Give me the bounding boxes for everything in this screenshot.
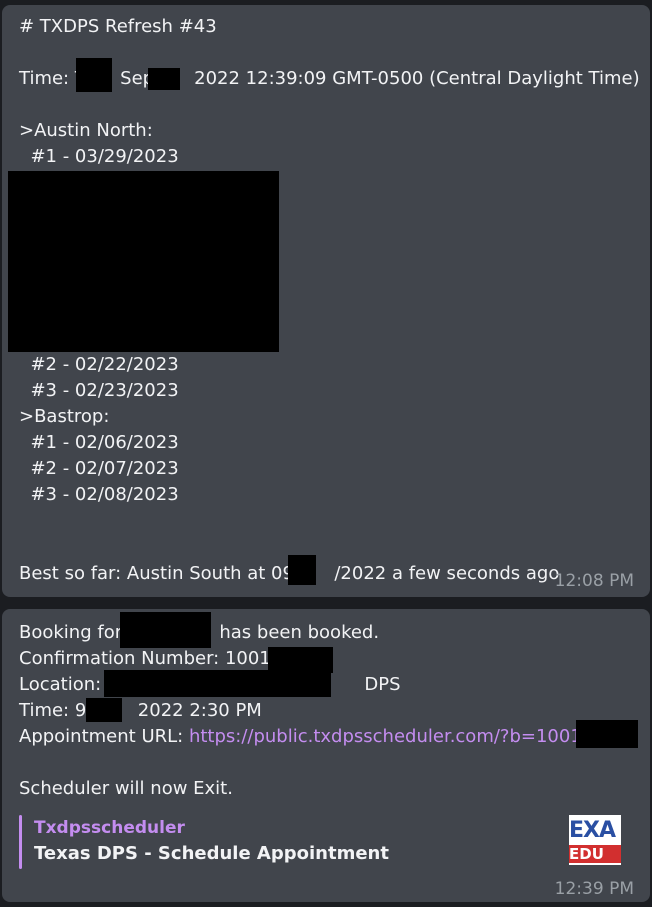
redaction-box <box>288 555 316 585</box>
thumbnail-text-bottom: EDU <box>569 845 621 863</box>
redaction-box <box>104 670 331 697</box>
thumbnail-text-top: EXA <box>569 818 616 843</box>
message-timestamp: 12:08 PM <box>554 571 634 591</box>
date-entry: #2 - 02/07/2023 <box>19 458 179 479</box>
appointment-time-line: Time: 9 2022 2:30 PM <box>19 700 262 721</box>
redaction-box <box>148 68 180 90</box>
location-austin-north: >Austin North: <box>19 120 153 141</box>
date-entry: #1 - 03/29/2023 <box>19 146 179 167</box>
appointment-url-label: Appointment URL: <box>19 726 189 747</box>
confirmation-number-line: Confirmation Number: 1001 <box>19 648 271 669</box>
appointment-url-line: Appointment URL: https://public.txdpssch… <box>19 724 582 750</box>
scheduler-exit-line: Scheduler will now Exit. <box>19 778 233 799</box>
date-entry: #1 - 02/06/2023 <box>19 432 179 453</box>
redaction-box <box>576 720 638 748</box>
embed-accent-bar <box>19 815 22 869</box>
embed-thumbnail[interactable]: EXA EDU <box>569 815 621 865</box>
date-entry: #3 - 02/08/2023 <box>19 484 179 505</box>
redaction-box <box>8 171 279 352</box>
location-bastrop: >Bastrop: <box>19 406 110 427</box>
appointment-url-link[interactable]: https://public.txdpsscheduler.com/?b=100… <box>189 726 582 747</box>
redaction-box <box>76 58 112 92</box>
chat-view: # TXDPS Refresh #43 Time: T Sep 2022 12:… <box>0 0 652 907</box>
date-entry: #2 - 02/22/2023 <box>19 354 179 375</box>
link-embed[interactable]: Txdpsscheduler Texas DPS - Schedule Appo… <box>19 815 637 869</box>
embed-title[interactable]: Texas DPS - Schedule Appointment <box>34 841 389 867</box>
message-heading: # TXDPS Refresh #43 <box>19 16 217 37</box>
date-entry: #3 - 02/23/2023 <box>19 380 179 401</box>
message-booking-confirmation[interactable]: Booking for has been booked. Confirmatio… <box>2 609 650 902</box>
redaction-box <box>86 698 122 722</box>
redaction-box <box>120 612 211 648</box>
embed-provider[interactable]: Txdpsscheduler <box>34 815 185 841</box>
message-timestamp: 12:39 PM <box>554 879 634 899</box>
message-txdps-refresh[interactable]: # TXDPS Refresh #43 Time: T Sep 2022 12:… <box>2 5 650 597</box>
time-line: Time: T Sep 2022 12:39:09 GMT-0500 (Cent… <box>19 68 640 89</box>
